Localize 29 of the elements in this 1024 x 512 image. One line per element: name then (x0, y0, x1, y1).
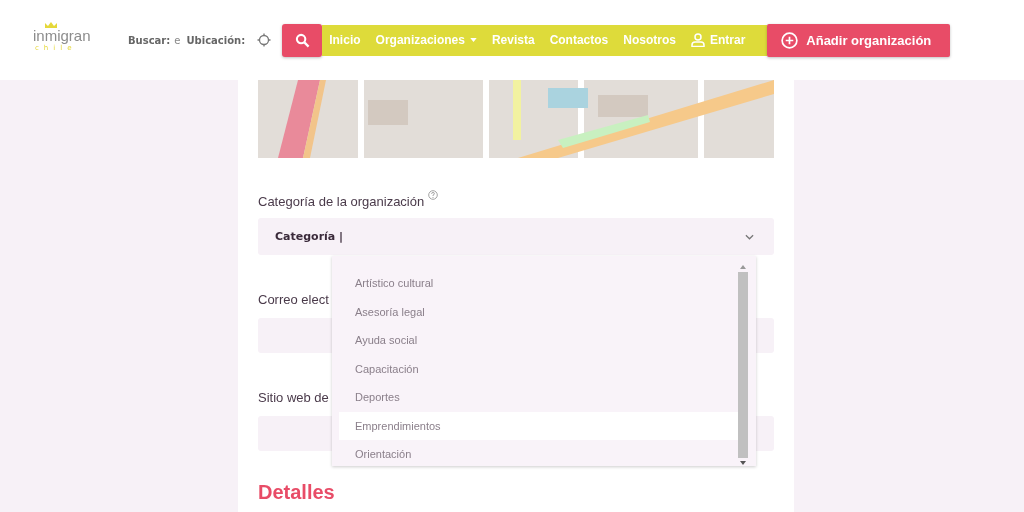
scroll-up-arrow-icon[interactable] (740, 265, 746, 269)
location-label: Ubicación: (186, 34, 246, 46)
search-label: Buscar: (128, 34, 171, 46)
dropdown-option[interactable]: Asesoría legal (339, 297, 738, 326)
dropdown-option[interactable]: Artístico cultural (339, 269, 738, 298)
help-icon[interactable] (428, 190, 439, 200)
scrollbar-thumb[interactable] (738, 272, 748, 458)
chevron-icon (745, 233, 754, 240)
crown-icon (44, 20, 58, 29)
category-select[interactable]: Categoría | (258, 218, 774, 255)
dropdown-option[interactable]: Ayuda social (339, 326, 738, 355)
dropdown-option[interactable]: Orientación (339, 440, 738, 469)
caret-icon (469, 38, 477, 42)
dropdown-option[interactable]: Deportes (339, 383, 738, 412)
dropdown-option[interactable]: Emprendimientos (339, 411, 738, 440)
user-icon (690, 33, 705, 47)
field-label: Categoría de la organización (258, 194, 425, 209)
search-field[interactable]: e (174, 34, 181, 46)
search-button[interactable] (282, 23, 323, 57)
field-label: Sitio web de (258, 390, 329, 405)
add-organization-button[interactable]: Añadir organización (767, 23, 951, 57)
logo-wordmark[interactable]: inmigran (33, 27, 91, 44)
field-label: Correo elect (258, 292, 329, 307)
scroll-down-arrow-icon[interactable] (740, 461, 746, 465)
dropdown-option[interactable]: Capacitación (339, 354, 738, 383)
plus-circle-icon (781, 31, 799, 49)
location-target-icon[interactable] (257, 33, 272, 47)
search-icon (294, 32, 310, 48)
section-heading: Detalles (258, 481, 336, 504)
